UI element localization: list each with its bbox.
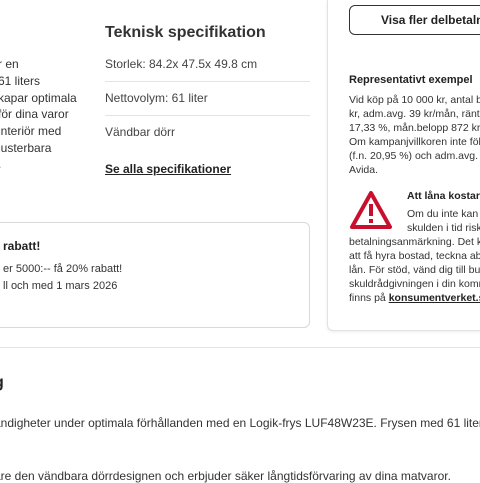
promo-text: er 5000:-- få 20% rabatt! (3, 263, 123, 275)
borrowing-warning-line: att få hyra bostad, teckna abo (349, 250, 480, 262)
product-description-line: kapar optimala (0, 91, 77, 105)
product-description-line: r en (0, 57, 19, 71)
konsumentverket-link[interactable]: konsumentverket.se (389, 292, 480, 304)
all-specs-link[interactable]: Se alla specifikationer (105, 162, 231, 176)
section-heading: g (0, 374, 4, 392)
more-installment-options-button[interactable]: Visa fler delbetalni (349, 5, 480, 35)
product-description-line: interiör med (0, 124, 62, 138)
konsumentverket-prefix: finns på (349, 292, 389, 304)
representative-example-line: (f.n. 20,95 %) och adm.avg. 39 (349, 150, 480, 162)
spec-row-size: Storlek: 84.2x 47.5x 49.8 cm (105, 57, 310, 82)
promo-title: rabatt! (3, 239, 41, 253)
spec-title: Teknisk specifikation (105, 24, 266, 41)
borrowing-warning-line: skuldrådgivningen i din komm (349, 278, 480, 290)
discount-promo-card: rabatt! er 5000:-- få 20% rabatt! ll och… (0, 222, 310, 328)
borrowing-warning-line: finns på konsumentverket.se (349, 291, 480, 305)
section-body-line: ändigheter under optimala förhållanden m… (0, 416, 480, 430)
representative-example-line: kr, adm.avg. 39 kr/mån, ränta (349, 108, 480, 120)
representative-example-line: Vid köp på 10 000 kr, antal be (349, 94, 480, 106)
promo-validity: ll och med 1 mars 2026 (3, 280, 118, 292)
section-divider (0, 347, 480, 348)
section-body-line: are den vändbara dörrdesignen och erbjud… (0, 469, 451, 483)
borrowing-warning-line: lån. För stöd, vänd dig till bu (349, 264, 480, 276)
borrowing-warning-title: Att låna kostar p (407, 190, 480, 202)
representative-example-line: Avida. (349, 164, 378, 176)
product-description-line: 61 liters (0, 74, 41, 88)
borrowing-warning-line: Om du inte kan (407, 208, 479, 220)
warning-triangle-icon (349, 190, 393, 230)
borrowing-warning-line: skulden i tid risk (407, 222, 480, 234)
representative-example-title: Representativt exempel (349, 74, 473, 86)
representative-example-line: Om kampanjvillkoren inte föl (349, 136, 480, 148)
product-description-line: justerbara (0, 141, 52, 155)
borrowing-warning-line: betalningsanmärkning. Det ka (349, 236, 480, 248)
product-description-line: . (0, 157, 1, 172)
spec-row-volume: Nettovolym: 61 liter (105, 91, 310, 116)
spec-row-door: Vändbar dörr (105, 125, 176, 139)
representative-example-line: 17,33 %, mån.belopp 872 kr, (349, 122, 480, 134)
product-description-line: för dina varor (0, 107, 69, 121)
